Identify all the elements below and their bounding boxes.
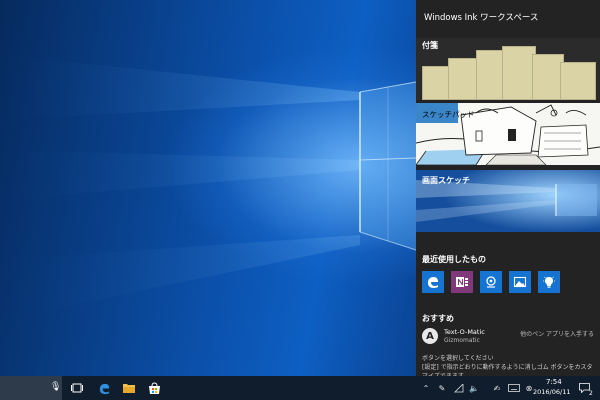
- suggested-app-publisher: Gizmomatic: [444, 337, 480, 344]
- sketchpad-tile[interactable]: スケッチパッド: [416, 103, 600, 165]
- touch-keyboard-icon[interactable]: [507, 376, 521, 400]
- onenote-icon[interactable]: [451, 271, 473, 293]
- store-icon[interactable]: [143, 376, 165, 400]
- sticky-note: [502, 46, 536, 100]
- help-line-1: ボタンを選択してください: [422, 355, 494, 362]
- tips-icon[interactable]: [538, 271, 560, 293]
- search-box[interactable]: 🎙: [0, 376, 62, 400]
- suggested-app-name: Text-O-Matic: [444, 328, 485, 336]
- volume-icon[interactable]: 🔈: [467, 376, 481, 400]
- task-view-icon[interactable]: [66, 376, 88, 400]
- photos-icon[interactable]: [509, 271, 531, 293]
- pen-help-text: ボタンを選択してください [設定] で指示どおりに動作するように消しゴム ボタン…: [422, 354, 598, 376]
- clock-date[interactable]: 2016/06/11: [533, 388, 570, 396]
- sketchpad-label: スケッチパッド: [422, 110, 475, 119]
- notification-count-badge: 2: [589, 390, 593, 397]
- windows-ink-icon[interactable]: ✎: [435, 376, 449, 400]
- show-hidden-icons-chevron-up-icon[interactable]: ⌃: [419, 376, 433, 400]
- sticky-notes-tile[interactable]: 付箋: [416, 38, 600, 100]
- screen-sketch-tile[interactable]: 画面スケッチ: [416, 170, 600, 232]
- sticky-notes-label: 付箋: [422, 41, 438, 50]
- recent-label: 最近使用したもの: [422, 255, 486, 264]
- help-line-2: [設定] で指示どおりに動作するように消しゴム ボタンをカスタマイズできます: [422, 364, 593, 376]
- suggested-label: おすすめ: [422, 314, 454, 323]
- sticky-note: [560, 62, 596, 100]
- maps-icon[interactable]: [480, 271, 502, 293]
- network-icon[interactable]: [452, 376, 466, 400]
- text-o-matic-icon: A: [422, 328, 438, 344]
- microphone-icon[interactable]: 🎙: [50, 382, 61, 392]
- screen-sketch-label: 画面スケッチ: [422, 176, 470, 185]
- clock-time[interactable]: 7:54: [546, 378, 562, 386]
- suggested-app[interactable]: A Text-O-Matic Gizmomatic 他のペン アプリを入手する: [422, 328, 594, 348]
- taskbar: 🎙 ⌃ ✎ 🔈 ✍ ⊗ 7:54 2016/06/11 2: [0, 376, 600, 400]
- edge-taskbar-icon[interactable]: [93, 376, 115, 400]
- edge-icon[interactable]: [422, 271, 444, 293]
- ink-workspace-title: Windows Ink ワークスペース: [424, 13, 539, 23]
- file-explorer-icon[interactable]: [118, 376, 140, 400]
- pen-icon[interactable]: ✍: [490, 376, 504, 400]
- get-more-pen-apps-link[interactable]: 他のペン アプリを入手する: [520, 329, 594, 338]
- ink-workspace-panel: Windows Ink ワークスペース 付箋 スケッチパッド 画面スケッチ 最近…: [416, 0, 600, 376]
